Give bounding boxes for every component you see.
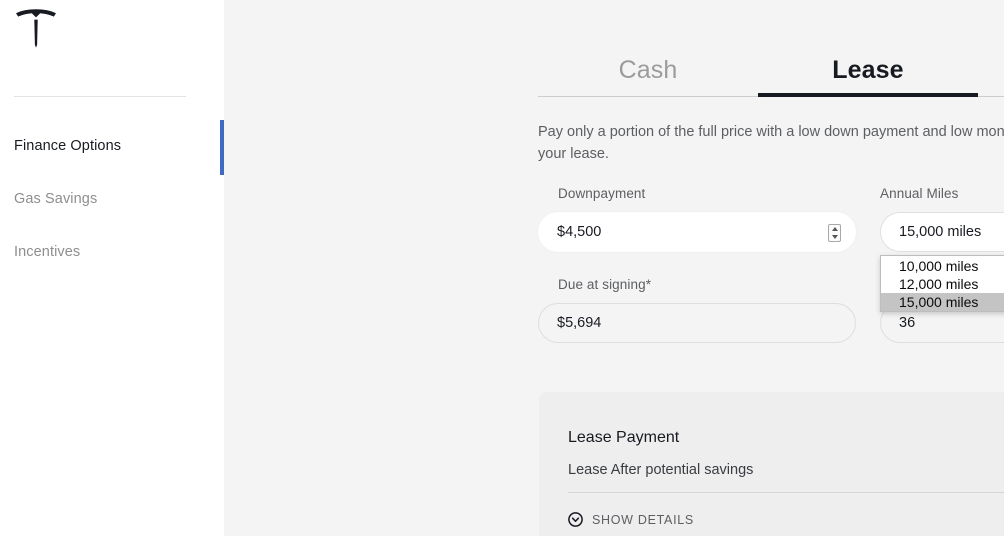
lease-description: Pay only a portion of the full price wit… (538, 124, 1004, 162)
tab-lease[interactable]: Lease (758, 44, 978, 96)
downpayment-label: Downpayment (558, 186, 646, 201)
due-at-signing-label: Due at signing* (558, 277, 652, 292)
sidebar-item-label: Incentives (14, 244, 81, 260)
tab-label: Lease (832, 56, 904, 84)
summary-card-divider (568, 492, 1004, 493)
downpayment-input[interactable]: $4,500 (538, 212, 856, 252)
lease-after-savings-label: Lease After potential savings (568, 462, 754, 478)
finance-tabs: Cash Lease Loan (538, 44, 1004, 96)
sidebar-item-gas-savings[interactable]: Gas Savings (0, 173, 224, 226)
tab-cash[interactable]: Cash (538, 44, 758, 96)
show-details-button[interactable]: SHOW DETAILS (568, 512, 694, 527)
term-value: 36 (899, 315, 916, 331)
downpayment-value: $4,500 (557, 224, 602, 240)
lease-summary-card: Lease Payment $499 /mo Lease After poten… (539, 392, 1004, 536)
due-at-signing-value: $5,694 (557, 315, 602, 331)
dropdown-option-15000[interactable]: 15,000 miles (881, 293, 1004, 311)
show-details-label: SHOW DETAILS (592, 512, 694, 527)
sidebar-nav: Finance Options Gas Savings Incentives (0, 120, 224, 279)
annual-miles-value: 15,000 miles (899, 224, 982, 240)
lease-payment-row: Lease Payment $499 /mo (568, 418, 1004, 449)
sidebar-item-label: Finance Options (14, 138, 122, 154)
number-stepper-icon[interactable] (828, 224, 841, 242)
due-at-signing-input[interactable]: $5,694 (538, 303, 856, 343)
tab-label: Cash (618, 56, 678, 84)
dropdown-option-12000[interactable]: 12,000 miles (881, 275, 1004, 293)
active-tab-underline (758, 93, 978, 97)
dropdown-option-10000[interactable]: 10,000 miles (881, 257, 1004, 275)
finance-options-page: Finance Options Gas Savings Incentives C… (0, 0, 1004, 536)
sidebar-item-label: Gas Savings (14, 191, 98, 207)
circle-chevron-down-icon (568, 512, 583, 527)
sidebar-item-incentives[interactable]: Incentives (0, 226, 224, 279)
tab-loan[interactable]: Loan (978, 44, 1004, 96)
lease-after-savings-row: Lease After potential savings $441 /mo (568, 462, 1004, 478)
lease-payment-label: Lease Payment (568, 429, 680, 446)
annual-miles-label: Annual Miles (880, 186, 959, 201)
annual-miles-dropdown-list[interactable]: 10,000 miles 12,000 miles 15,000 miles (880, 255, 1004, 312)
annual-miles-select[interactable]: 15,000 miles (880, 212, 1004, 252)
sidebar: Finance Options Gas Savings Incentives (0, 0, 224, 536)
tesla-logo (14, 8, 58, 48)
sidebar-item-finance-options[interactable]: Finance Options (0, 120, 224, 173)
sidebar-divider (14, 96, 186, 97)
main-content: Cash Lease Loan Pay only a portion of th… (224, 0, 1004, 536)
